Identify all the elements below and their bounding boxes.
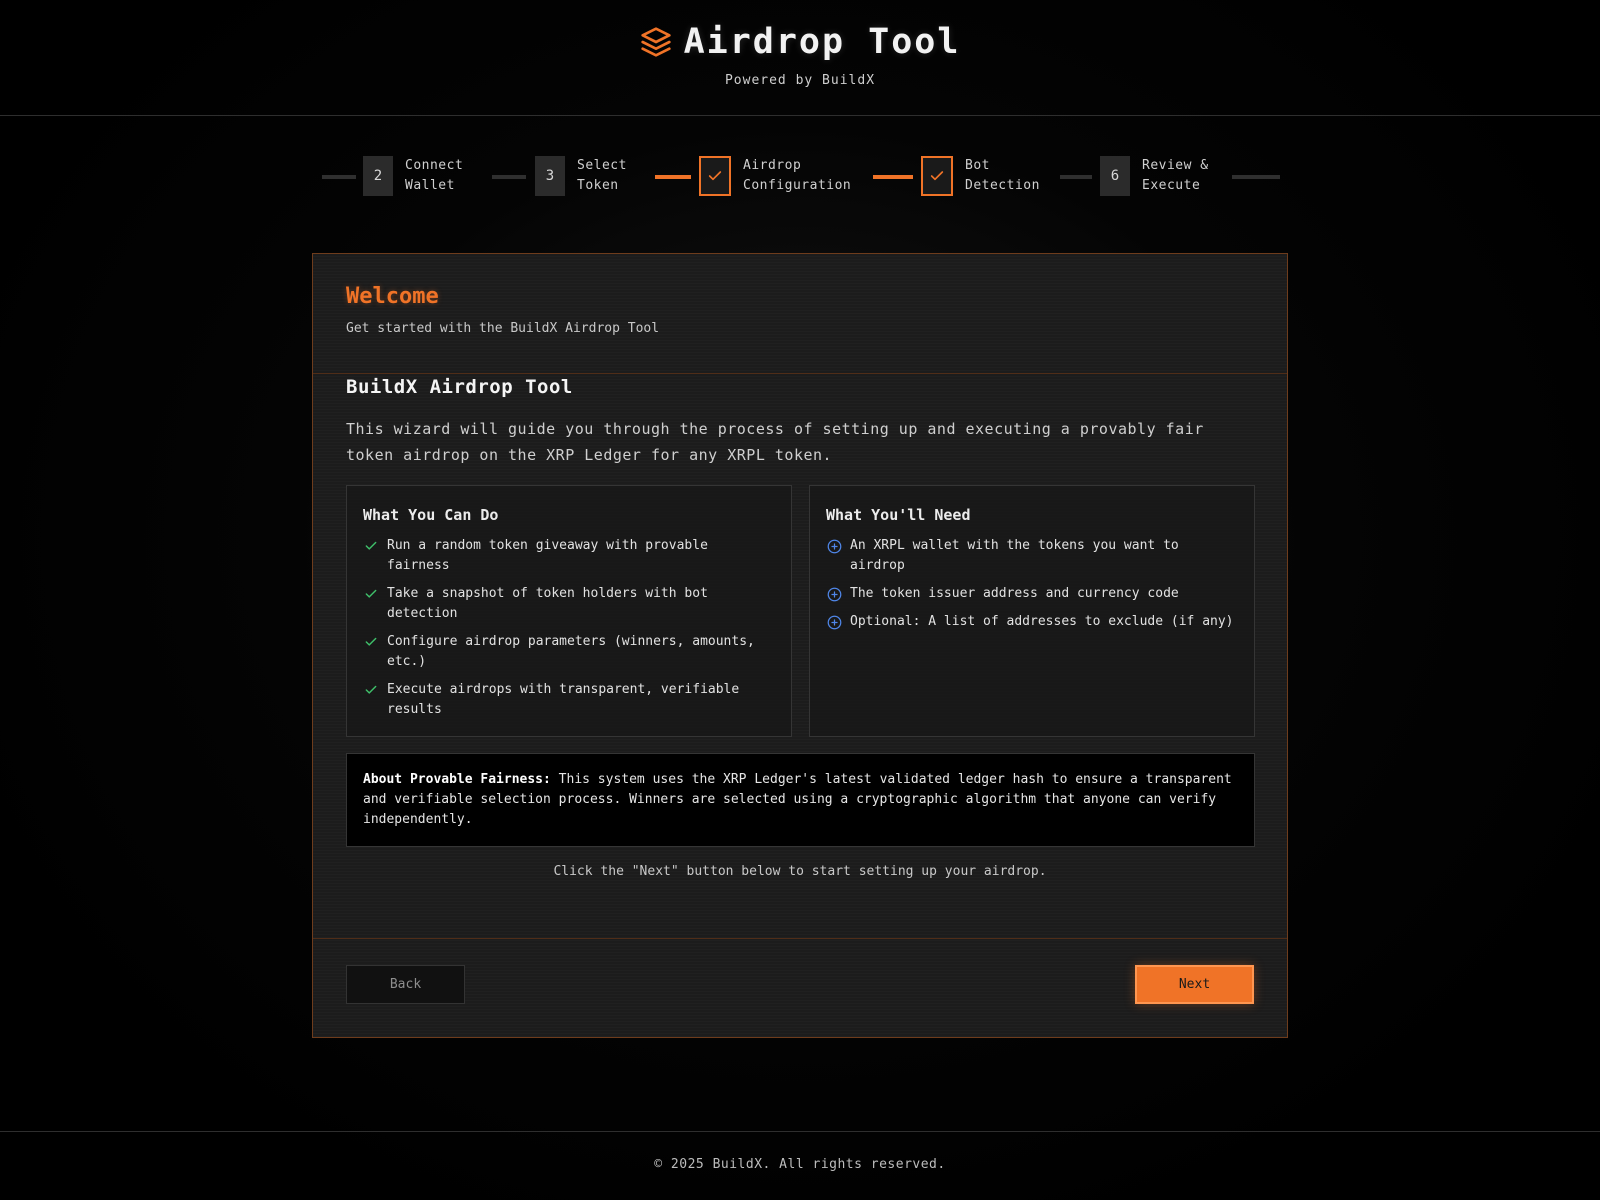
list-item: Configure airdrop parameters (winners, a… xyxy=(363,632,777,672)
step-label: Review & Execute xyxy=(1142,158,1209,193)
what-youll-need-panel: What You'll Need An XRPL wallet with the… xyxy=(809,485,1255,737)
step-review-execute[interactable]: 6 Review & Execute xyxy=(1100,156,1209,196)
step-connector-active xyxy=(655,175,691,179)
page-footer: © 2025 BuildX. All rights reserved. xyxy=(0,1131,1600,1200)
step-connector xyxy=(1060,175,1092,179)
list-item: An XRPL wallet with the tokens you want … xyxy=(826,536,1240,576)
provable-fairness-note: About Provable Fairness: This system use… xyxy=(346,753,1255,847)
card-footer: Back Next xyxy=(313,938,1287,1037)
card-subtitle: Get started with the BuildX Airdrop Tool xyxy=(346,321,660,336)
panel-title: What You Can Do xyxy=(363,506,499,524)
check-icon xyxy=(363,584,379,604)
step-label: Airdrop Configuration xyxy=(743,158,852,193)
step-number: 6 xyxy=(1100,156,1130,196)
step-number: 2 xyxy=(363,156,393,196)
check-icon xyxy=(363,536,379,556)
need-list: An XRPL wallet with the tokens you want … xyxy=(826,536,1240,640)
check-icon xyxy=(363,632,379,652)
layers-icon xyxy=(640,26,672,58)
step-label: Select Token xyxy=(577,158,627,193)
step-label: Connect Wallet xyxy=(405,158,464,193)
app-header: Airdrop Tool Powered by BuildX xyxy=(0,0,1600,116)
step-bot-detection[interactable]: Bot Detection xyxy=(921,156,1040,196)
next-hint: Click the "Next" button below to start s… xyxy=(553,864,1047,879)
list-item: Take a snapshot of token holders with bo… xyxy=(363,584,777,624)
step-connector-active xyxy=(873,175,913,179)
intro-text: This wizard will guide you through the p… xyxy=(346,420,1204,464)
plus-circle-icon xyxy=(826,612,842,632)
step-label: Bot Detection xyxy=(965,158,1040,193)
wizard-stepper: 2 Connect Wallet 3 Select Token Airdrop … xyxy=(320,156,1280,198)
step-airdrop-configuration[interactable]: Airdrop Configuration xyxy=(699,156,851,196)
list-item: Optional: A list of addresses to exclude… xyxy=(826,612,1240,632)
next-button[interactable]: Next xyxy=(1135,965,1254,1004)
check-icon xyxy=(363,680,379,700)
section-title: BuildX Airdrop Tool xyxy=(346,376,573,398)
step-number: 3 xyxy=(535,156,565,196)
list-item: Run a random token giveaway with provabl… xyxy=(363,536,777,576)
welcome-card: Welcome Get started with the BuildX Aird… xyxy=(312,253,1288,1038)
card-header: Welcome Get started with the BuildX Aird… xyxy=(313,254,1287,374)
app-subtitle: Powered by BuildX xyxy=(724,73,876,88)
step-connector xyxy=(492,175,526,179)
fairness-label: About Provable Fairness: xyxy=(363,772,551,787)
step-select-token[interactable]: 3 Select Token xyxy=(535,156,627,196)
list-item: Execute airdrops with transparent, verif… xyxy=(363,680,777,720)
card-title: Welcome xyxy=(346,284,439,309)
back-button[interactable]: Back xyxy=(346,965,465,1004)
copyright-text: © 2025 BuildX. All rights reserved. xyxy=(654,1157,946,1172)
step-connect-wallet[interactable]: 2 Connect Wallet xyxy=(363,156,463,196)
step-connector xyxy=(322,175,356,179)
check-icon xyxy=(699,156,731,196)
panel-title: What You'll Need xyxy=(826,506,971,524)
list-item: The token issuer address and currency co… xyxy=(826,584,1240,604)
can-do-list: Run a random token giveaway with provabl… xyxy=(363,536,777,728)
plus-circle-icon xyxy=(826,584,842,604)
app-title: Airdrop Tool xyxy=(683,22,961,62)
check-icon xyxy=(921,156,953,196)
plus-circle-icon xyxy=(826,536,842,556)
what-you-can-do-panel: What You Can Do Run a random token givea… xyxy=(346,485,792,737)
step-connector xyxy=(1232,175,1280,179)
brand: Airdrop Tool xyxy=(0,22,1600,62)
